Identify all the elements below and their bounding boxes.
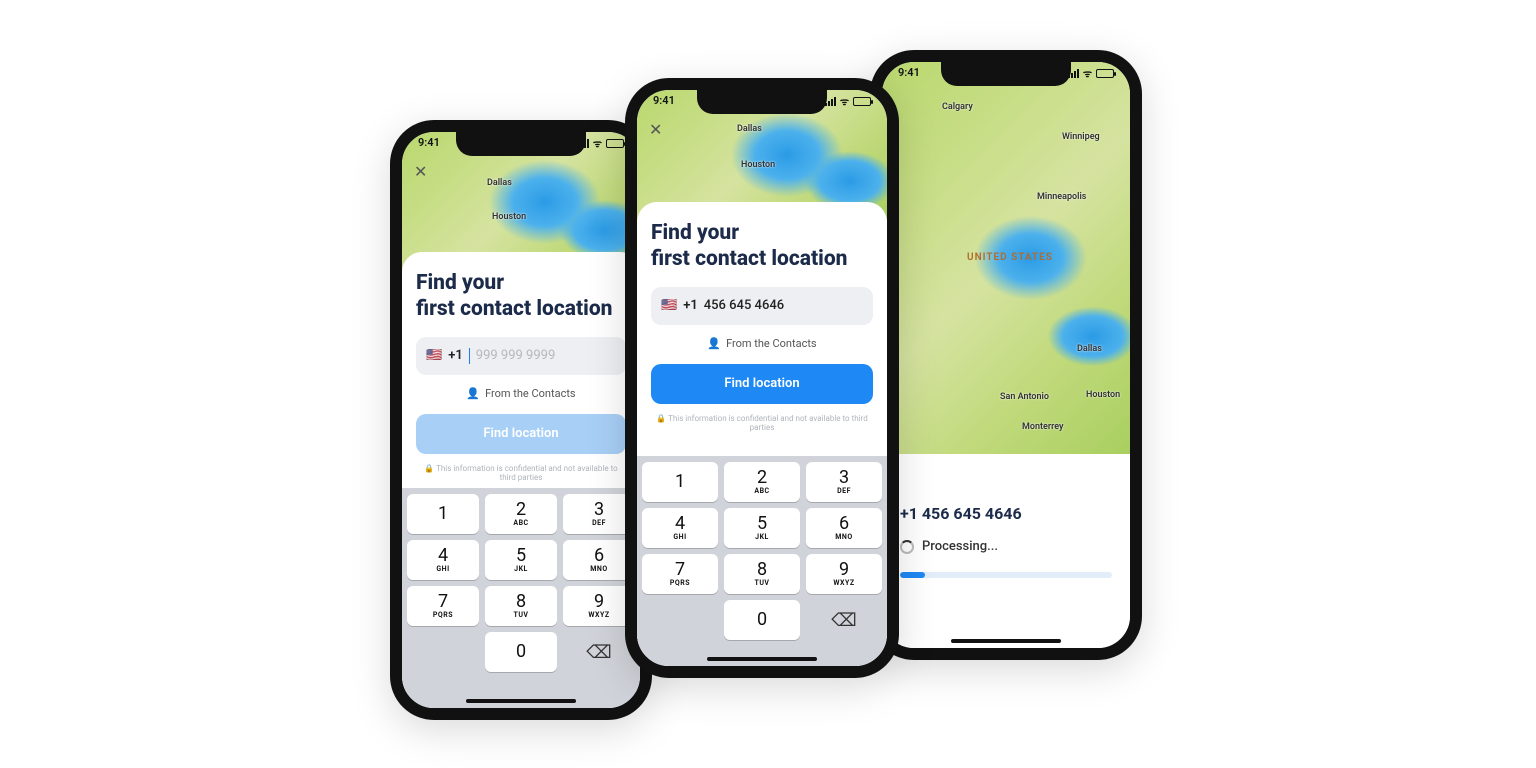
title-line2: first contact location (416, 297, 612, 321)
map-city-dallas: Dallas (737, 124, 762, 134)
key-7[interactable]: 7PQRS (407, 586, 479, 626)
contacts-icon: 👤 (707, 337, 721, 350)
country-code[interactable]: +1 (448, 348, 463, 363)
progress-bar (900, 572, 1112, 578)
battery-icon (853, 97, 871, 106)
result-sheet: +1 456 645 4646 Processing... (882, 482, 1130, 648)
key-2[interactable]: 2ABC (485, 494, 557, 534)
key-4[interactable]: 4GHI (407, 540, 479, 580)
phone-notch (697, 90, 827, 114)
close-icon[interactable]: ✕ (649, 120, 662, 139)
numeric-keypad: 1 2ABC 3DEF 4GHI 5JKL 6MNO 7PQRS 8TUV 9W… (637, 456, 887, 666)
key-9[interactable]: 9WXYZ (806, 554, 882, 594)
map-city-minneapolis: Minneapolis (1037, 192, 1086, 202)
key-7[interactable]: 7PQRS (642, 554, 718, 594)
phone-mockup-processing: 9:41 ᯤ Calgary Winnipeg Minneapolis UNIT… (870, 50, 1142, 660)
phone-value: 456 645 4646 (704, 298, 784, 313)
map-city-houston: Houston (492, 212, 526, 222)
key-8[interactable]: 8TUV (724, 554, 800, 594)
key-5[interactable]: 5JKL (485, 540, 557, 580)
battery-icon (606, 139, 624, 148)
from-contacts-button[interactable]: 👤 From the Contacts (651, 337, 873, 350)
title-line2: first contact location (651, 247, 847, 271)
status-time: 9:41 (898, 66, 920, 80)
result-phone-number: +1 456 645 4646 (900, 504, 1112, 523)
map-city-calgary: Calgary (942, 102, 973, 112)
phone-notch (456, 132, 586, 156)
title-line1: Find your (416, 271, 504, 295)
key-blank (642, 600, 718, 640)
progress-fill (900, 572, 925, 578)
phone-mockup-empty: 9:41 ᯤ Dallas Houston ✕ Find your first … (390, 120, 652, 720)
battery-icon (1096, 69, 1114, 78)
key-8[interactable]: 8TUV (485, 586, 557, 626)
wifi-icon: ᯤ (840, 94, 849, 108)
phone-mockup-filled: 9:41 ᯤ Dallas Houston ✕ Find your first … (625, 78, 899, 678)
key-0[interactable]: 0 (724, 600, 800, 640)
status-time: 9:41 (418, 136, 440, 150)
map-background[interactable]: Calgary Winnipeg Minneapolis UNITED STAT… (882, 62, 1130, 454)
find-button-label: Find location (724, 376, 799, 391)
confidential-info: This information is confidential and not… (416, 464, 626, 482)
key-3[interactable]: 3DEF (806, 462, 882, 502)
key-backspace[interactable]: ⌫ (806, 600, 882, 640)
processing-row: Processing... (900, 539, 1112, 554)
phone-input[interactable]: 🇺🇸 +1 999 999 9999 (416, 337, 626, 375)
key-blank (407, 632, 479, 672)
find-button-label: Find location (483, 426, 558, 441)
from-contacts-button[interactable]: 👤 From the Contacts (416, 387, 626, 400)
flag-icon[interactable]: 🇺🇸 (661, 298, 677, 313)
from-contacts-label: From the Contacts (485, 387, 576, 400)
phone-notch (941, 62, 1071, 86)
status-time: 9:41 (653, 94, 675, 108)
phone-placeholder: 999 999 9999 (476, 348, 556, 363)
processing-label: Processing... (922, 539, 998, 554)
wifi-icon: ᯤ (1083, 66, 1092, 80)
home-indicator[interactable] (951, 639, 1061, 643)
map-city-winnipeg: Winnipeg (1062, 132, 1100, 142)
sheet-title: Find your first contact location (651, 220, 873, 273)
key-2[interactable]: 2ABC (724, 462, 800, 502)
key-4[interactable]: 4GHI (642, 508, 718, 548)
key-1[interactable]: 1 (642, 462, 718, 502)
map-city-houston: Houston (1086, 390, 1120, 400)
map-city-houston: Houston (741, 160, 775, 170)
confidential-info: This information is confidential and not… (651, 414, 873, 432)
find-location-button[interactable]: Find location (416, 414, 626, 454)
sheet-title: Find your first contact location (416, 270, 626, 323)
home-indicator[interactable] (707, 657, 817, 661)
key-1[interactable]: 1 (407, 494, 479, 534)
map-country-us: UNITED STATES (967, 252, 1053, 263)
spinner-icon (900, 540, 914, 554)
find-location-button[interactable]: Find location (651, 364, 873, 404)
from-contacts-label: From the Contacts (726, 337, 817, 350)
country-code[interactable]: +1 (683, 298, 698, 313)
home-indicator[interactable] (466, 699, 576, 703)
key-5[interactable]: 5JKL (724, 508, 800, 548)
map-city-dallas: Dallas (1077, 344, 1102, 354)
numeric-keypad: 1 2ABC 3DEF 4GHI 5JKL 6MNO 7PQRS 8TUV 9W… (402, 488, 640, 708)
close-icon[interactable]: ✕ (414, 162, 427, 181)
wifi-icon: ᯤ (593, 136, 602, 150)
map-city-san-antonio: San Antonio (1000, 392, 1049, 402)
key-6[interactable]: 6MNO (806, 508, 882, 548)
contacts-icon: 👤 (466, 387, 480, 400)
text-cursor (469, 348, 470, 364)
phone-input[interactable]: 🇺🇸 +1 456 645 4646 (651, 287, 873, 325)
map-city-dallas: Dallas (487, 178, 512, 188)
key-0[interactable]: 0 (485, 632, 557, 672)
map-city-monterrey: Monterrey (1022, 422, 1064, 432)
flag-icon[interactable]: 🇺🇸 (426, 348, 442, 363)
title-line1: Find your (651, 221, 739, 245)
